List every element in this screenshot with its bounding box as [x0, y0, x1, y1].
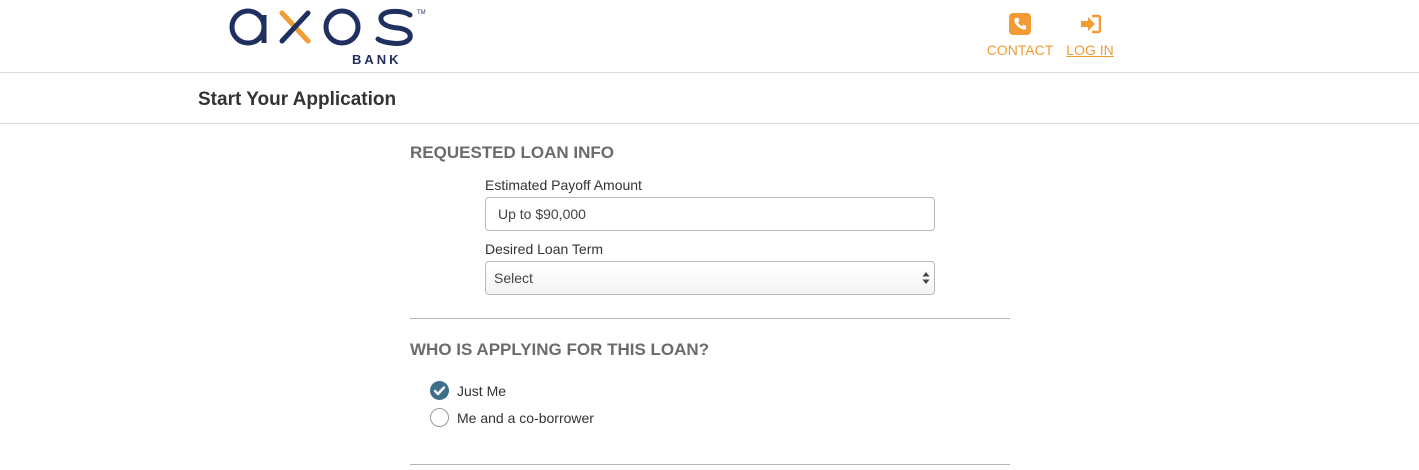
- payoff-amount-label: Estimated Payoff Amount: [485, 177, 642, 193]
- radio-checked-icon: [430, 381, 449, 400]
- site-header: TM BANK CONTACT LOG IN: [0, 0, 1419, 73]
- loan-term-label: Desired Loan Term: [485, 241, 604, 257]
- svg-text:TM: TM: [417, 10, 426, 16]
- select-arrows-icon: [922, 272, 930, 284]
- page-title-bar: Start Your Application: [0, 73, 1419, 124]
- axos-logo-mark: TM: [229, 8, 426, 46]
- sign-in-icon: [1079, 13, 1102, 35]
- contact-link[interactable]: CONTACT: [986, 13, 1054, 58]
- radio-just-me-label: Just Me: [457, 383, 507, 399]
- section-divider: [410, 318, 1010, 319]
- requested-loan-info-heading: REQUESTED LOAN INFO: [410, 143, 615, 162]
- axos-bank-logo[interactable]: TM BANK: [226, 5, 436, 69]
- radio-unchecked-icon: [430, 408, 449, 427]
- page-title: Start Your Application: [198, 89, 397, 110]
- loan-term-select[interactable]: Select: [485, 261, 935, 295]
- section-divider-bottom: [410, 464, 1010, 465]
- contact-label: CONTACT: [986, 42, 1054, 58]
- login-link[interactable]: LOG IN: [1066, 13, 1114, 58]
- who-is-applying-heading: WHO IS APPLYING FOR THIS LOAN?: [410, 340, 710, 359]
- payoff-amount-input[interactable]: Up to $90,000: [485, 197, 935, 231]
- radio-co-borrower-label: Me and a co-borrower: [457, 410, 594, 426]
- loan-term-selected-value: Select: [494, 270, 533, 286]
- login-label: LOG IN: [1066, 42, 1114, 58]
- phone-icon: [1009, 13, 1031, 35]
- logo-bank-text: BANK: [352, 52, 402, 67]
